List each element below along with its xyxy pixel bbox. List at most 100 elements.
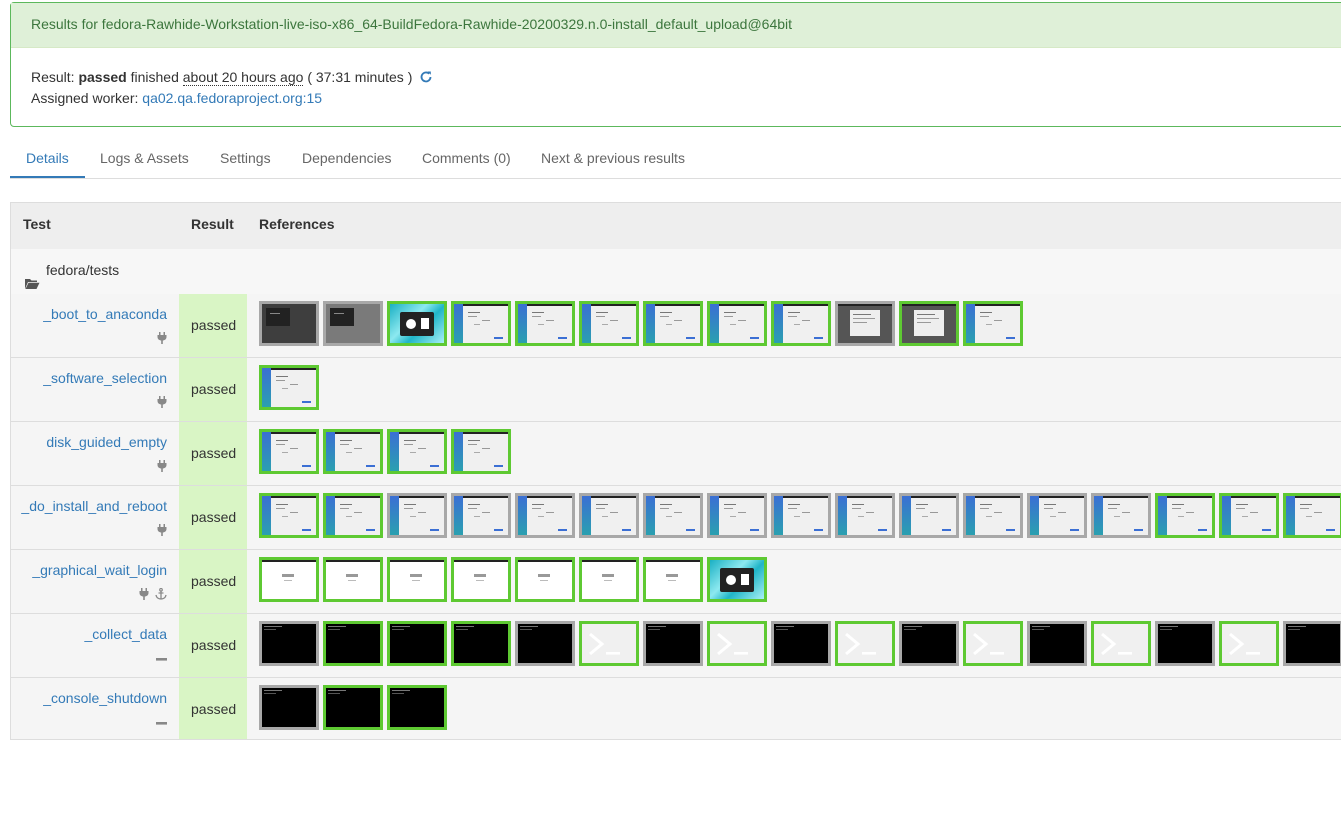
table-row: _boot_to_anaconda passed [11,294,1341,358]
test-flags [157,331,167,347]
screenshot-thumbnail[interactable] [323,301,383,346]
test-name-link[interactable]: _collect_data [84,626,167,642]
screenshot-thumbnail[interactable] [323,685,383,730]
tab-dependencies[interactable]: Dependencies [286,138,408,178]
screenshot-thumbnail[interactable] [387,429,447,474]
screenshot-thumbnail[interactable] [451,493,511,538]
test-name-link[interactable]: _do_install_and_reboot [21,498,167,514]
screenshot-thumbnail[interactable] [259,493,319,538]
screenshot-thumbnail[interactable] [259,621,319,666]
test-name-link[interactable]: _console_shutdown [43,690,167,706]
test-cell: _software_selection [11,358,179,421]
screenshot-thumbnail[interactable] [259,365,319,410]
screenshot-thumbnail[interactable] [835,493,895,538]
test-name-link[interactable]: _boot_to_anaconda [43,306,167,322]
table-row: _collect_data passed [11,614,1341,678]
screenshot-thumbnail[interactable] [1283,621,1341,666]
anchor-icon [155,587,167,603]
screenshot-thumbnail[interactable] [1155,621,1215,666]
test-name-link[interactable]: _software_selection [43,370,167,386]
screenshot-thumbnail[interactable] [1091,493,1151,538]
test-flags [157,395,167,411]
screenshot-thumbnail[interactable] [707,557,767,602]
screenshot-thumbnail[interactable] [1219,493,1279,538]
screenshot-thumbnail[interactable] [963,301,1023,346]
screenshot-thumbnail[interactable] [963,621,1023,666]
table-row: disk_guided_empty passed [11,422,1341,486]
screenshot-thumbnail[interactable] [771,301,831,346]
minus-icon [156,715,167,731]
screenshot-thumbnail[interactable] [259,301,319,346]
screenshot-thumbnail[interactable] [259,557,319,602]
screenshot-thumbnail[interactable] [643,621,703,666]
screenshot-thumbnail[interactable] [515,621,575,666]
screenshot-thumbnail[interactable] [387,685,447,730]
tab-settings[interactable]: Settings [204,138,287,178]
screenshot-thumbnail[interactable] [707,301,767,346]
screenshot-thumbnail[interactable] [323,493,383,538]
screenshot-thumbnail[interactable] [707,621,767,666]
table-row: _console_shutdown passed [11,678,1341,739]
screenshot-thumbnail[interactable] [1027,621,1087,666]
screenshot-thumbnail[interactable] [579,557,639,602]
screenshot-thumbnail[interactable] [259,685,319,730]
finished-label: finished [130,69,179,85]
plug-icon [157,523,167,539]
screenshot-thumbnail[interactable] [899,301,959,346]
screenshot-thumbnail[interactable] [451,429,511,474]
screenshot-thumbnail[interactable] [323,621,383,666]
screenshot-thumbnail[interactable] [323,557,383,602]
test-cell: _console_shutdown [11,678,179,739]
worker-link[interactable]: qa02.qa.fedoraproject.org:15 [142,90,322,106]
test-cell: _collect_data [11,614,179,677]
screenshot-thumbnail[interactable] [643,493,703,538]
tab-next-previous[interactable]: Next & previous results [525,138,701,178]
test-cell: _do_install_and_reboot [11,486,179,549]
test-flags [156,715,167,731]
test-name-link[interactable]: disk_guided_empty [46,434,167,450]
screenshot-thumbnail[interactable] [387,557,447,602]
group-row: fedora/tests [11,249,1341,295]
screenshot-thumbnail[interactable] [579,621,639,666]
screenshot-thumbnail[interactable] [387,493,447,538]
screenshot-thumbnail[interactable] [1091,621,1151,666]
screenshot-thumbnail[interactable] [259,429,319,474]
test-flags [157,523,167,539]
screenshot-thumbnail[interactable] [899,621,959,666]
screenshot-thumbnail[interactable] [579,493,639,538]
screenshot-thumbnail[interactable] [451,621,511,666]
screenshot-thumbnail[interactable] [1283,493,1341,538]
screenshot-thumbnail[interactable] [387,621,447,666]
refresh-icon[interactable] [419,70,433,89]
screenshot-thumbnail[interactable] [387,301,447,346]
table-header: Test Result References [11,203,1341,250]
screenshot-thumbnail[interactable] [707,493,767,538]
screenshot-thumbnail[interactable] [643,557,703,602]
finished-time: about 20 hours ago [182,69,304,86]
screenshot-thumbnail[interactable] [1219,621,1279,666]
minus-icon [156,651,167,667]
screenshot-thumbnail[interactable] [451,301,511,346]
screenshot-thumbnail[interactable] [771,493,831,538]
screenshot-thumbnail[interactable] [835,621,895,666]
screenshot-thumbnail[interactable] [899,493,959,538]
plug-icon [157,395,167,411]
screenshot-thumbnail[interactable] [515,493,575,538]
screenshot-thumbnail[interactable] [1027,493,1087,538]
tab-comments[interactable]: Comments (0) [406,138,527,178]
screenshot-thumbnail[interactable] [1155,493,1215,538]
tab-details[interactable]: Details [10,138,85,178]
screenshot-thumbnail[interactable] [323,429,383,474]
screenshot-thumbnail[interactable] [515,557,575,602]
screenshot-thumbnail[interactable] [643,301,703,346]
screenshot-thumbnail[interactable] [451,557,511,602]
worker-host: qa02.qa.fedoraproject.org [142,90,303,106]
screenshot-thumbnail[interactable] [835,301,895,346]
screenshot-thumbnail[interactable] [515,301,575,346]
screenshot-thumbnail[interactable] [579,301,639,346]
results-table: Test Result References fedora/tests _boo… [10,202,1341,740]
screenshot-thumbnail[interactable] [771,621,831,666]
screenshot-thumbnail[interactable] [963,493,1023,538]
tab-logs-assets[interactable]: Logs & Assets [84,138,205,178]
test-name-link[interactable]: _graphical_wait_login [32,562,167,578]
